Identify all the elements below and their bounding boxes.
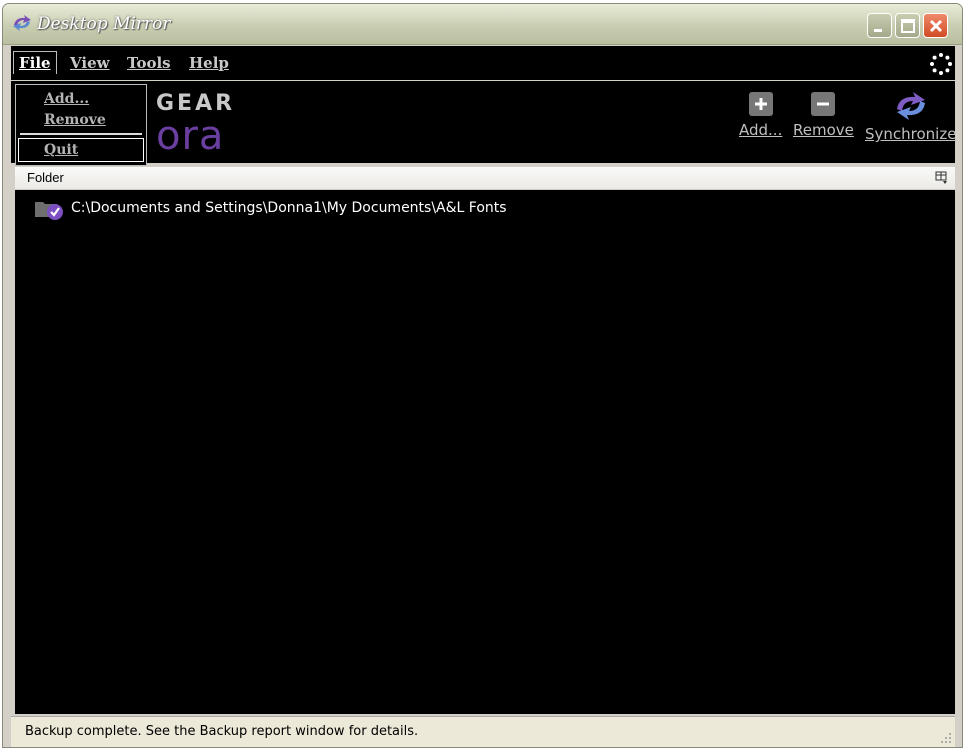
menu-help[interactable]: Help <box>184 52 234 74</box>
minimize-icon <box>874 29 882 32</box>
file-menu-remove[interactable]: Remove <box>44 112 106 128</box>
menu-file[interactable]: File <box>13 51 57 74</box>
menu-file-label: File <box>19 54 51 72</box>
menu-tools[interactable]: Tools <box>122 52 176 74</box>
activity-spinner-icon <box>930 53 952 75</box>
file-menu-quit[interactable]: Quit <box>44 142 78 158</box>
status-bar: Backup complete. See the Backup report w… <box>11 716 955 747</box>
folder-path: C:\Documents and Settings\Donna1\My Docu… <box>71 200 507 216</box>
file-menu-dropdown: Add... Remove Quit <box>15 84 147 166</box>
menu-tools-label: Tools <box>127 54 171 72</box>
toolbar: GEAR ora Add... Remove Synchronize <box>11 81 956 163</box>
add-button[interactable]: Add... <box>739 91 782 139</box>
synchronize-icon <box>896 92 925 120</box>
status-text: Backup complete. See the Backup report w… <box>25 724 419 739</box>
remove-button[interactable]: Remove <box>793 91 854 139</box>
menu-view[interactable]: View <box>65 52 115 74</box>
file-menu-add-label: Add... <box>44 91 90 107</box>
window-title: Desktop Mirror <box>37 14 171 34</box>
menu-bar: File View Tools Help <box>11 46 955 80</box>
synchronize-button[interactable]: Synchronize <box>865 91 956 143</box>
maximize-icon <box>901 19 915 33</box>
app-window: Desktop Mirror File View Tools Help GEAR… <box>2 3 963 748</box>
file-menu-add[interactable]: Add... <box>44 91 89 107</box>
file-menu-quit-label: Quit <box>44 142 79 158</box>
file-menu-remove-label: Remove <box>44 112 106 128</box>
file-menu-quit-highlight <box>18 138 144 162</box>
plus-icon <box>748 92 773 116</box>
folder-list[interactable]: C:\Documents and Settings\Donna1\My Docu… <box>15 190 955 714</box>
folder-checked-icon <box>35 202 63 220</box>
close-button[interactable] <box>923 13 948 38</box>
minimize-button[interactable] <box>867 13 892 38</box>
resize-grip-icon[interactable] <box>939 731 953 745</box>
remove-button-label: Remove <box>793 121 854 139</box>
list-header: Folder <box>15 167 955 190</box>
menu-separator <box>20 133 142 135</box>
maximize-button[interactable] <box>895 13 920 38</box>
synchronize-button-label: Synchronize <box>865 125 957 143</box>
add-button-label: Add... <box>739 121 783 139</box>
column-header-folder[interactable]: Folder <box>27 170 64 185</box>
sync-app-icon <box>13 15 31 31</box>
menu-view-label: View <box>70 54 110 72</box>
column-chooser-icon[interactable] <box>935 171 949 185</box>
menu-help-label: Help <box>189 54 229 72</box>
brand-logo-bottom: ora <box>156 113 225 159</box>
title-bar[interactable]: Desktop Mirror <box>3 4 962 45</box>
minus-icon <box>811 92 836 116</box>
close-icon <box>929 19 943 33</box>
